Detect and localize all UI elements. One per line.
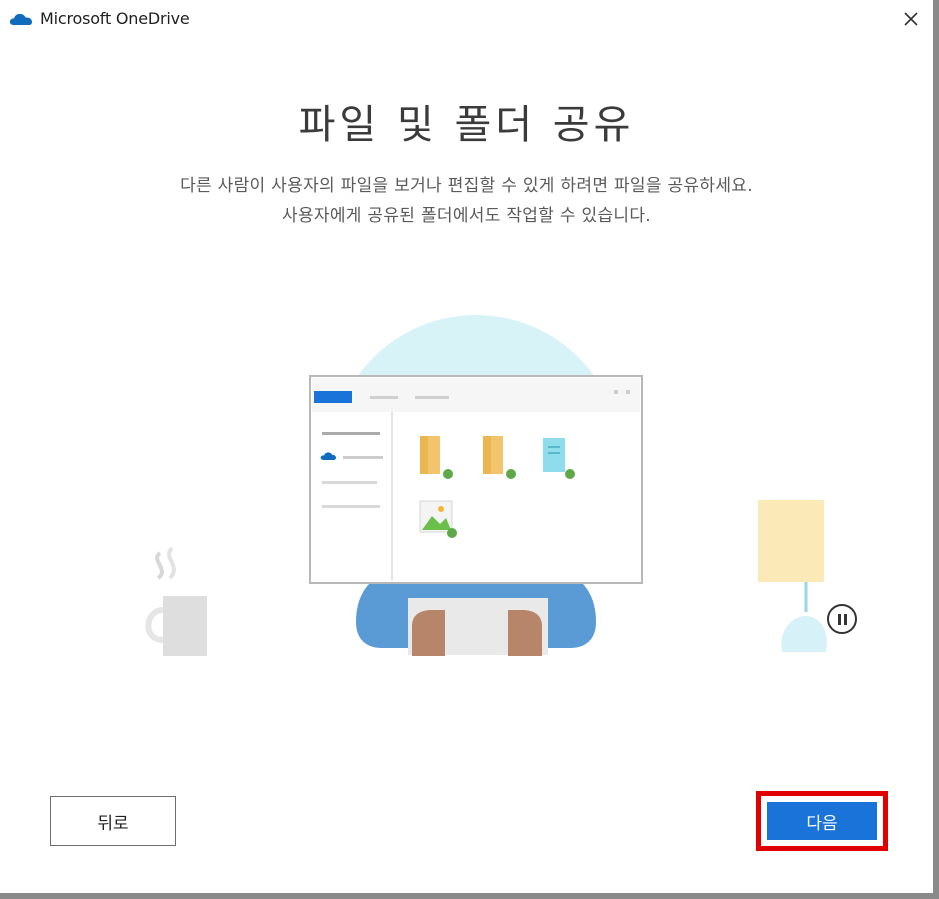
back-button[interactable]: 뒤로 — [50, 796, 176, 846]
mug-icon — [145, 546, 207, 656]
sharing-illustration — [145, 315, 827, 656]
close-icon — [904, 12, 918, 26]
close-button[interactable] — [895, 4, 927, 34]
pause-button[interactable] — [827, 604, 857, 634]
pause-icon — [836, 613, 848, 625]
lamp-icon — [758, 500, 827, 652]
description-line-1: 다른 사람이 사용자의 파일을 보거나 편집할 수 있게 하려면 파일을 공유하… — [180, 176, 753, 196]
onedrive-cloud-icon — [9, 13, 32, 25]
page-title: 파일 및 폴더 공유 — [298, 102, 635, 148]
next-button[interactable]: 다음 — [767, 802, 877, 840]
explorer-window-illustration — [309, 375, 643, 584]
title-bar: Microsoft OneDrive — [0, 0, 933, 40]
onedrive-setup-window: Microsoft OneDrive 파일 및 폴더 공유 다른 사람이 사용자… — [0, 0, 939, 899]
image-icon — [419, 500, 457, 538]
description-line-2: 사용자에게 공유된 폴더에서도 작업할 수 있습니다. — [282, 206, 651, 226]
highlight-frame: 다음 — [756, 791, 888, 851]
window-title: Microsoft OneDrive — [40, 9, 190, 28]
